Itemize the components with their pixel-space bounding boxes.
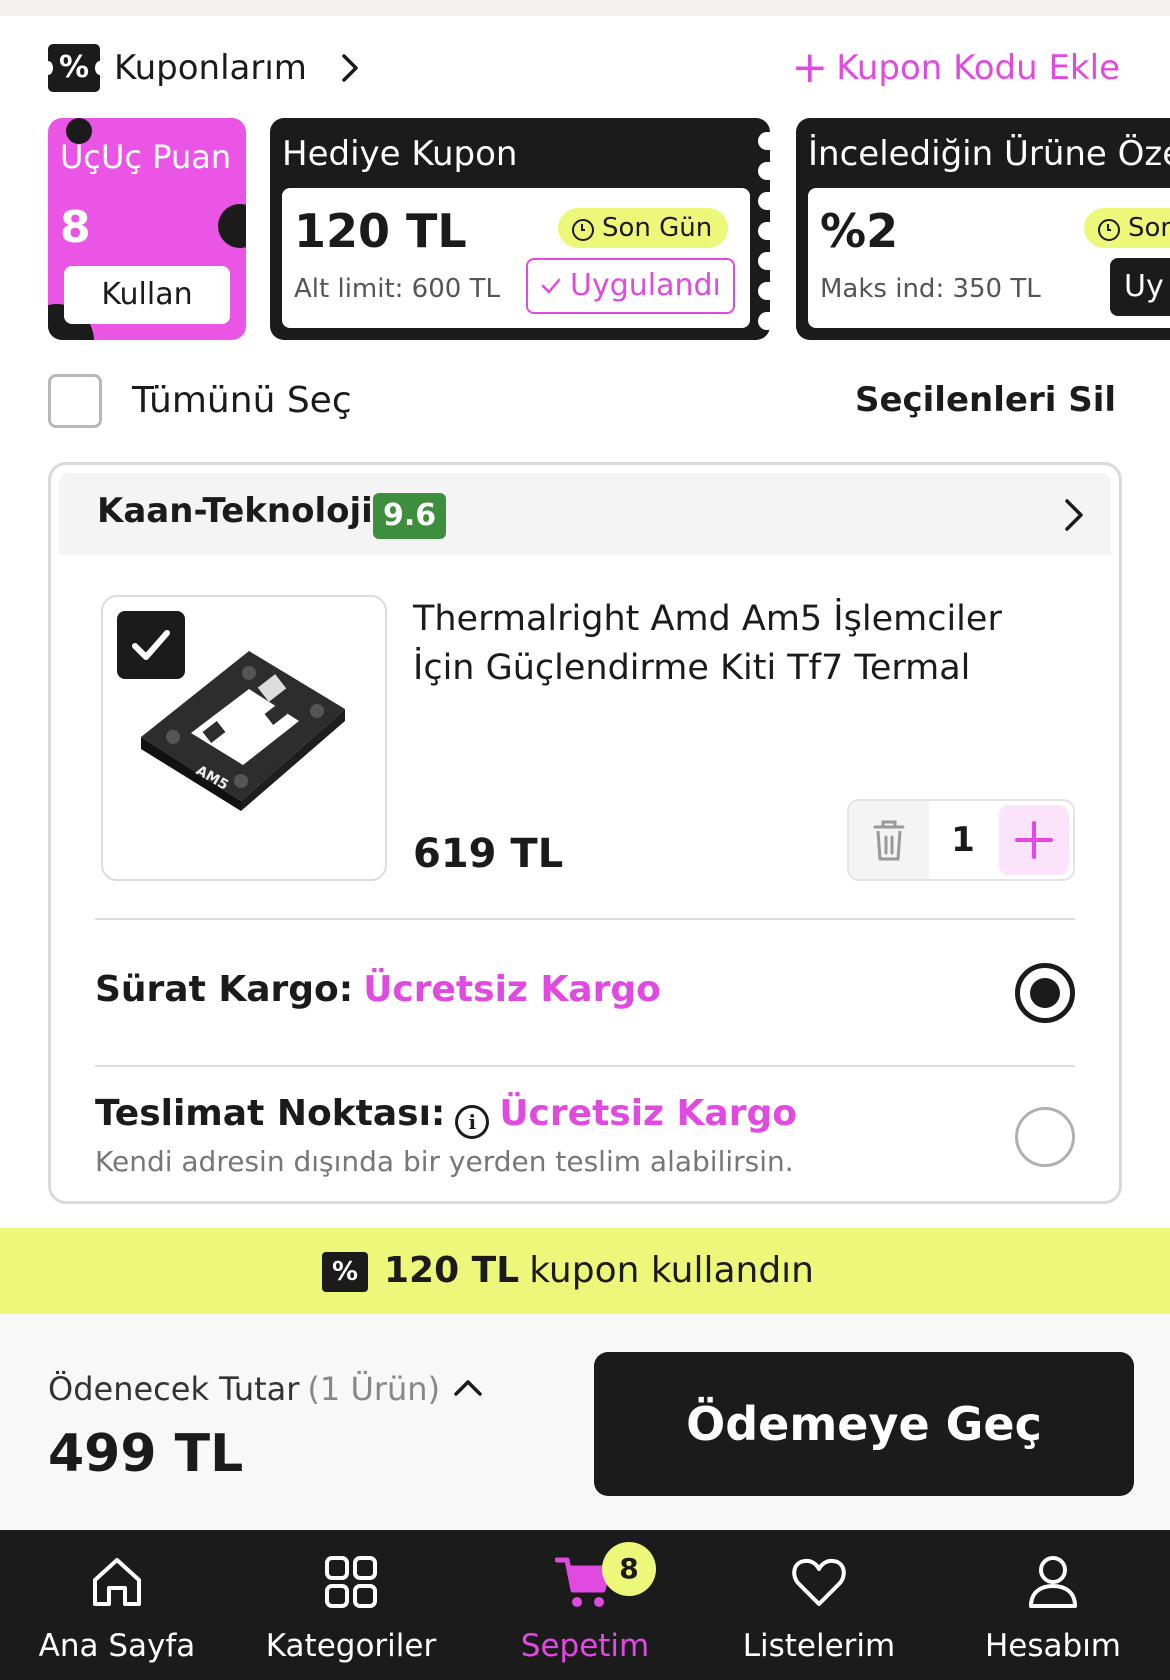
nav-label: Hesabım <box>984 1628 1122 1664</box>
last-day-label: Son Gün <box>602 213 713 243</box>
applied-button[interactable]: Uygulandı <box>526 258 735 314</box>
total-label[interactable]: Ödenecek Tutar (1 Ürün) <box>48 1370 440 1408</box>
shipping-option-subtitle: Kendi adresin dışında bir yerden teslim … <box>95 1145 794 1178</box>
shipping-radio-unselected[interactable] <box>1015 1107 1075 1167</box>
total-bar: Ödenecek Tutar (1 Ürün) 499 TL Ödemeye Ge… <box>0 1314 1170 1530</box>
delete-selected-button[interactable]: Seçilenleri Sil <box>855 380 1116 420</box>
coupon-percent-icon: % <box>43 44 105 92</box>
coupon-used-amount: 120 TL <box>384 1250 520 1291</box>
gift-coupon-amount: 120 TL <box>294 204 467 258</box>
product-checkbox-checked[interactable] <box>117 611 185 679</box>
cart-count-badge: 8 <box>602 1542 656 1596</box>
nav-label: Kategoriler <box>265 1628 437 1664</box>
checkout-button[interactable]: Ödemeye Geç <box>594 1352 1134 1496</box>
coupon-used-banner: % 120 TL kupon kullandın <box>0 1228 1170 1314</box>
shipping-option-label: Teslimat Noktası: <box>95 1093 446 1134</box>
item-count: (1 Ürün) <box>307 1370 441 1408</box>
select-all-row: Tümünü Seç Seçilenleri Sil <box>48 374 1116 430</box>
bottom-nav: Ana Sayfa Kategoriler 8 Sepetim Listeler… <box>0 1530 1170 1680</box>
coupons-link[interactable]: Kuponlarım <box>114 46 307 90</box>
grid-icon <box>325 1556 377 1608</box>
user-icon <box>1029 1556 1077 1608</box>
points-value: 8 <box>60 202 91 253</box>
nav-account[interactable]: Hesabım <box>936 1530 1170 1680</box>
remove-item-button[interactable] <box>849 801 929 879</box>
gift-coupon-limit: Alt limit: 600 TL <box>294 274 500 304</box>
shipping-radio-selected[interactable] <box>1015 963 1075 1023</box>
info-icon[interactable]: i <box>455 1105 490 1139</box>
last-day-label: Son <box>1128 213 1170 243</box>
select-all-checkbox[interactable] <box>48 374 102 428</box>
total-label-text: Ödenecek Tutar <box>48 1370 300 1408</box>
points-title: UçUç Puan <box>60 138 232 176</box>
shipping-option-pickup[interactable]: Teslimat Noktası: i Ücretsiz Kargo <box>95 1093 797 1139</box>
shipping-option-price: Ücretsiz Kargo <box>363 969 661 1010</box>
plus-icon: + <box>791 42 829 93</box>
heart-icon <box>792 1558 846 1606</box>
nav-home[interactable]: Ana Sayfa <box>0 1530 234 1680</box>
shipping-option-courier[interactable]: Sürat Kargo: Ücretsiz Kargo <box>95 969 661 1010</box>
shipping-option-price: Ücretsiz Kargo <box>499 1093 797 1134</box>
product-title[interactable]: Thermalright Amd Am5 İşlemciler İçin Güç… <box>413 595 1053 693</box>
gift-coupon-title: Hediye Kupon <box>282 134 518 174</box>
increase-quantity-button[interactable] <box>999 805 1069 875</box>
seller-name: Kaan-Teknoloji <box>97 491 373 531</box>
last-day-badge: Son Gün <box>558 208 729 248</box>
plus-icon <box>1015 821 1053 859</box>
nav-label: Listelerim <box>742 1628 896 1664</box>
clock-icon <box>1098 219 1120 241</box>
chevron-right-icon[interactable] <box>332 50 368 86</box>
last-day-badge: Son <box>1084 208 1170 248</box>
nav-label: Sepetim <box>520 1628 650 1664</box>
check-icon <box>541 278 561 294</box>
coupon-percent-icon: % <box>322 1252 368 1292</box>
gift-coupon-body: 120 TL Alt limit: 600 TL Son Gün Uygulan… <box>282 188 750 328</box>
chevron-right-icon[interactable] <box>1053 495 1093 535</box>
nav-label: Ana Sayfa <box>38 1628 196 1664</box>
points-card[interactable]: UçUç Puan 8 Kullan <box>48 118 246 340</box>
seller-card: Kaan-Teknoloji 9.6 AM5 Thermalright Amd … <box>48 462 1122 1204</box>
home-icon <box>93 1558 141 1606</box>
use-points-button[interactable]: Kullan <box>64 266 230 324</box>
chevron-up-icon[interactable] <box>448 1368 488 1408</box>
trash-icon <box>873 820 905 861</box>
special-coupon-limit: Maks ind: 350 TL <box>820 274 1041 304</box>
special-coupon-card[interactable]: İncelediğin Ürüne Özel %2 Maks ind: 350 … <box>796 118 1170 340</box>
status-strip <box>0 0 1170 16</box>
special-coupon-body: %2 Maks ind: 350 TL Son Uy <box>808 188 1170 328</box>
nav-categories[interactable]: Kategoriler <box>234 1530 468 1680</box>
clock-icon <box>572 219 594 241</box>
applied-label: Uygulandı <box>570 268 721 303</box>
shipping-option-label: Sürat Kargo: <box>95 969 354 1010</box>
add-coupon-code-label: Kupon Kodu Ekle <box>836 48 1120 88</box>
special-coupon-amount: %2 <box>820 204 899 258</box>
special-coupon-title: İncelediğin Ürüne Özel <box>808 134 1170 174</box>
product-price: 619 TL <box>413 831 564 877</box>
select-all-label[interactable]: Tümünü Seç <box>132 380 352 421</box>
check-icon <box>132 630 170 660</box>
coupons-header: % Kuponlarım + Kupon Kodu Ekle <box>43 44 1120 94</box>
total-amount: 499 TL <box>48 1424 244 1484</box>
decor-dot <box>218 204 246 248</box>
quantity-stepper: 1 <box>847 799 1075 881</box>
product-image[interactable]: AM5 <box>101 595 387 881</box>
apply-coupon-button[interactable]: Uy <box>1110 258 1170 316</box>
seller-score-badge: 9.6 <box>373 493 447 539</box>
add-coupon-code-button[interactable]: + Kupon Kodu Ekle <box>791 46 1120 90</box>
nav-lists[interactable]: Listelerim <box>702 1530 936 1680</box>
coupon-used-text: kupon kullandın <box>529 1250 814 1291</box>
quantity-value: 1 <box>951 820 975 860</box>
nav-cart[interactable]: 8 Sepetim <box>468 1530 702 1680</box>
divider <box>95 918 1075 920</box>
divider <box>95 1065 1075 1067</box>
gift-coupon-card[interactable]: Hediye Kupon 120 TL Alt limit: 600 TL So… <box>270 118 770 340</box>
seller-header[interactable]: Kaan-Teknoloji 9.6 <box>59 473 1111 555</box>
